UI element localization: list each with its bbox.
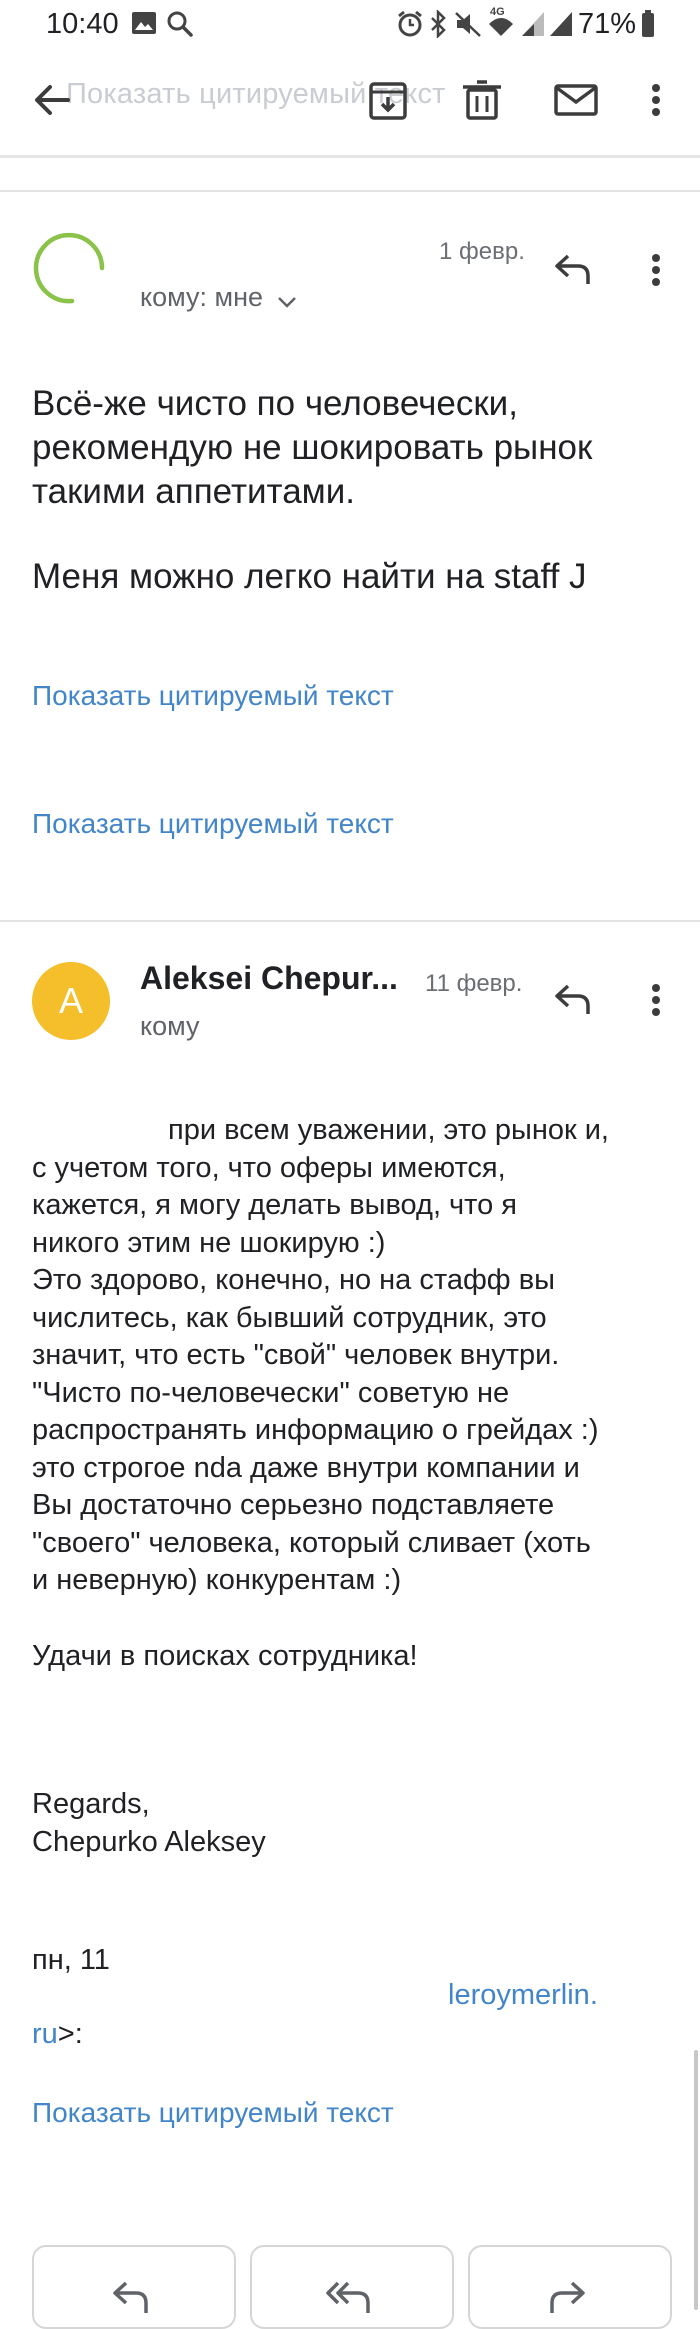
mark-unread-button[interactable] xyxy=(546,70,606,130)
gallery-icon xyxy=(132,12,156,34)
recipients-toggle[interactable]: кому: мне xyxy=(140,282,299,318)
email-link[interactable]: leroymerlin. xyxy=(448,1979,598,2012)
bluetooth-icon xyxy=(431,10,446,38)
avatar-loading xyxy=(33,232,105,304)
email-link-end[interactable]: ru xyxy=(32,2018,58,2050)
quote-date-prefix: пн, 11 xyxy=(32,1944,110,1976)
body-line: кажется, я могу делать вывод, что я xyxy=(32,1189,518,1221)
reply-icon xyxy=(113,2281,148,2313)
signal-icon-2 xyxy=(550,12,572,36)
body-line: Это здорово, конечно, но на стафф вы xyxy=(32,1264,555,1296)
message-date: 11 февр. xyxy=(425,970,523,997)
message-more-button[interactable] xyxy=(626,240,686,300)
archive-icon xyxy=(369,82,407,120)
reply-icon xyxy=(555,254,590,284)
more-button[interactable] xyxy=(626,70,686,130)
recipients-toggle[interactable]: кому xyxy=(140,1011,200,1047)
alarm-icon xyxy=(398,10,422,37)
message-body: при всем уважении, это рынок и, с учетом… xyxy=(32,1112,692,1675)
show-quoted-link[interactable]: Показать цитируемый текст xyxy=(32,2097,394,2129)
status-time: 10:40 xyxy=(46,8,119,40)
recipients-text: кому: мне xyxy=(140,282,263,312)
trash-icon xyxy=(463,80,501,120)
body-line: Меня можно легко найти на staff J xyxy=(32,557,587,596)
back-arrow-icon xyxy=(35,85,70,115)
body-line: распространять информацию о грейдах :) xyxy=(32,1414,599,1446)
divider xyxy=(0,190,700,192)
message-body: Всё-же чисто по человечески, рекомендую … xyxy=(32,382,592,599)
search-icon xyxy=(167,11,193,37)
mail-icon xyxy=(554,84,598,116)
sender-name: Aleksei Chepur... xyxy=(140,960,398,996)
reply-icon xyxy=(555,984,590,1014)
signature-block: Regards, Chepurko Aleksey xyxy=(32,1786,266,1861)
network-label: 4G xyxy=(490,6,505,18)
reply-bottom-button[interactable] xyxy=(32,2245,236,2329)
reply-button[interactable] xyxy=(544,970,604,1030)
body-line: такими аппетитами. xyxy=(32,472,355,511)
body-line: "Чисто по-человечески" советую не xyxy=(32,1376,510,1409)
show-quoted-link[interactable]: Показать цитируемый текст xyxy=(32,680,394,712)
body-line: "своего" человека, который сливает (хоть xyxy=(32,1526,591,1559)
archive-button[interactable] xyxy=(358,70,418,130)
more-vert-icon xyxy=(652,984,660,1016)
signature-name: Chepurko Aleksey xyxy=(32,1825,266,1858)
avatar-letter: A xyxy=(58,980,83,1021)
recipients-text: кому xyxy=(140,1011,200,1041)
body-line: числитесь, как бывший сотрудник, это xyxy=(32,1301,547,1334)
farewell-line: Удачи в поисках сотрудника! xyxy=(32,1639,418,1672)
forward-button[interactable] xyxy=(468,2245,672,2329)
back-button[interactable] xyxy=(22,70,82,130)
more-vert-icon xyxy=(652,84,660,116)
divider xyxy=(0,920,700,922)
more-vert-icon xyxy=(652,254,660,286)
message-more-button[interactable] xyxy=(626,970,686,1030)
status-bar: 10:40 4G 71% xyxy=(0,0,700,50)
battery-icon xyxy=(642,10,654,37)
scrollbar-thumb[interactable] xyxy=(694,2050,698,2310)
body-line: значит, что есть "свой" человек внутри. xyxy=(32,1339,560,1371)
forward-icon xyxy=(550,2281,585,2313)
mute-icon xyxy=(455,12,481,37)
regards-line: Regards, xyxy=(32,1788,150,1820)
body-line: никого этим не шокирую :) xyxy=(32,1226,386,1259)
signal-icon xyxy=(522,12,544,36)
email-end-text: >: xyxy=(57,2018,83,2050)
email-end: ru>: xyxy=(32,2016,83,2054)
body-line: с учетом того, что оферы имеются, xyxy=(32,1151,506,1184)
body-line: Всё-же чисто по человечески, xyxy=(32,384,518,423)
app-bar-shadow xyxy=(0,155,700,158)
delete-button[interactable] xyxy=(452,70,512,130)
reply-all-icon xyxy=(326,2281,370,2313)
show-quoted-link[interactable]: Показать цитируемый текст xyxy=(32,808,394,840)
message-date: 1 февр. xyxy=(439,238,525,265)
chevron-down-icon xyxy=(278,296,297,308)
body-line: и неверную) конкурентам :) xyxy=(32,1564,402,1596)
reply-button[interactable] xyxy=(544,240,604,300)
body-line: это строгое nda даже внутри компании и xyxy=(32,1451,580,1484)
battery-percent: 71% xyxy=(578,8,637,40)
body-line: при всем уважении, это рынок и, xyxy=(168,1114,609,1146)
avatar[interactable]: A xyxy=(32,962,110,1040)
body-line: Вы достаточно серьезно подставляете xyxy=(32,1489,555,1521)
reply-all-button[interactable] xyxy=(250,2245,454,2329)
body-line: рекомендую не шокировать рынок xyxy=(32,428,593,467)
